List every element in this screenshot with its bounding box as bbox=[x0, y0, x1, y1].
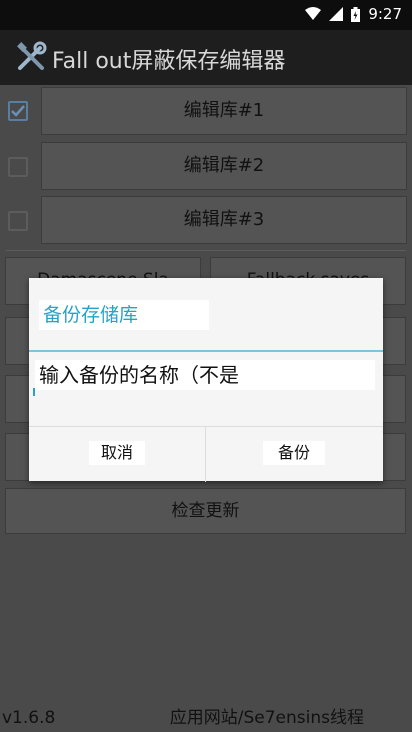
dialog-button-separator bbox=[205, 427, 206, 482]
library-3-checkbox[interactable] bbox=[8, 211, 28, 231]
dialog-title: 备份存储库 bbox=[39, 300, 209, 330]
battery-icon bbox=[351, 6, 361, 22]
app-title: Fall out屏蔽保存编辑器 bbox=[52, 49, 286, 74]
divider bbox=[6, 250, 406, 251]
dialog-button-bar: 取消 备份 bbox=[29, 426, 383, 482]
dialog-title-divider bbox=[29, 350, 383, 352]
app-bar: Fall out屏蔽保存编辑器 bbox=[0, 30, 412, 85]
library-2-checkbox[interactable] bbox=[8, 157, 28, 177]
version-label: v1.6.8 bbox=[2, 708, 56, 728]
backup-dialog: 备份存储库 输入备份的名称（不是 取消 备份 bbox=[29, 278, 383, 482]
text-cursor bbox=[33, 388, 35, 396]
library-3-button[interactable]: 编辑库#3 bbox=[41, 196, 407, 244]
library-1-button[interactable]: 编辑库#1 bbox=[41, 87, 407, 135]
checkmark-icon bbox=[11, 105, 25, 117]
library-1-checkbox[interactable] bbox=[8, 101, 28, 121]
website-link[interactable]: 应用网站/Se7ensins线程 bbox=[170, 703, 364, 728]
status-time: 9:27 bbox=[368, 5, 402, 23]
backup-name-input[interactable]: 输入备份的名称（不是 bbox=[35, 360, 375, 390]
wifi-icon bbox=[305, 7, 322, 20]
check-update-button[interactable]: 检查更新 bbox=[5, 488, 406, 534]
cancel-button[interactable]: 取消 bbox=[89, 441, 145, 465]
tools-icon bbox=[17, 41, 47, 70]
status-bar: 9:27 bbox=[0, 0, 412, 30]
signal-icon bbox=[329, 7, 344, 21]
status-icons: 9:27 bbox=[305, 5, 402, 23]
backup-button[interactable]: 备份 bbox=[263, 441, 325, 465]
library-2-button[interactable]: 编辑库#2 bbox=[41, 142, 407, 190]
